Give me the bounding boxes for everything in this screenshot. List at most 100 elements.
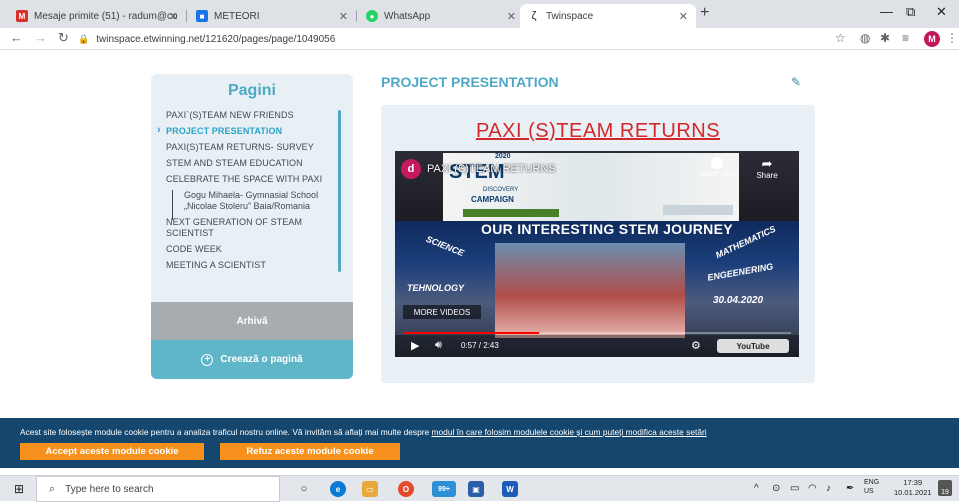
video-controls: ▶ 🔊︎ 0:57 / 2:43 ⚙ YouTube (395, 335, 799, 357)
tray-chevron-icon[interactable]: ^ (754, 483, 759, 494)
volume-tray-icon[interactable]: ♪ (826, 483, 831, 494)
cookie-policy-link[interactable]: modul în care folosim modulele cookie și… (432, 427, 707, 437)
video-headline: OUR INTERESTING STEM JOURNEY (481, 221, 733, 237)
bookmark-star-icon[interactable]: ☆ (835, 31, 846, 45)
cortana-icon[interactable]: ○ (296, 481, 312, 497)
lock-icon: 🔒 (78, 33, 90, 44)
more-videos-button[interactable]: MORE VIDEOS (403, 305, 481, 319)
watch-later-label: Watch later (699, 171, 735, 178)
windows-start-icon[interactable]: ⊞ (14, 482, 24, 496)
video-date: 30.04.2020 (713, 295, 764, 306)
sidebar-item-stem-education[interactable]: STEM AND STEAM EDUCATION (166, 158, 346, 169)
refuse-cookies-button[interactable]: Refuz aceste module cookie (220, 443, 400, 460)
notification-center-icon[interactable]: 19 (938, 480, 952, 496)
restore-button[interactable]: ⧉ (906, 4, 915, 20)
article-title: PAXI (S)TEAM RETURNS (475, 120, 721, 142)
sidebar-subitem-gogu-mihaela[interactable]: Gogu Mihaela- Gymnasial School „Nicolae … (184, 190, 334, 212)
address-bar[interactable]: 🔒 twinspace.etwinning.net/121620/pages/p… (78, 30, 828, 48)
close-icon[interactable]: ✕ (679, 10, 688, 23)
language-indicator[interactable]: ENG US (864, 478, 879, 496)
share-button[interactable]: ➦ Share (751, 157, 783, 181)
sidebar-item-next-generation[interactable]: NEXT GENERATION OF STEAM SCIENTIST (166, 217, 346, 239)
new-tab-button[interactable]: + (700, 4, 709, 22)
tab-meteori[interactable]: ■ METEORI ✕ (188, 4, 356, 28)
settings-gear-icon[interactable]: ⚙ (691, 339, 701, 352)
pages-sidebar: Pagini PAXI`(S)TEAM NEW FRIENDS PROJECT … (151, 74, 353, 379)
url-text: twinspace.etwinning.net/121620/pages/pag… (96, 33, 336, 45)
minimize-button[interactable]: — (880, 4, 893, 19)
current-time: 0:57 (461, 341, 477, 350)
sidebar-item-meeting-scientist[interactable]: MEETING A SCIENTIST (166, 260, 346, 271)
store-bag-icon[interactable]: ▣ (468, 481, 484, 497)
page-title: PROJECT PRESENTATION (381, 74, 559, 90)
share-label: Share (756, 171, 778, 180)
back-icon[interactable]: ← (10, 30, 23, 45)
lang-bottom: US (864, 488, 874, 495)
video-header: 2020 STEM DISCOVERY CAMPAIGN d PAXI (S)T… (395, 151, 799, 221)
meteori-icon: ■ (196, 10, 208, 22)
video-title[interactable]: PAXI (S)TEAM RETURNS (427, 163, 556, 175)
search-placeholder: Type here to search (65, 483, 154, 495)
window-close-button[interactable]: ✕ (936, 4, 947, 20)
tag-science: SCIENCE (424, 233, 466, 259)
sidebar-item-project-presentation[interactable]: PROJECT PRESENTATION (157, 125, 346, 137)
opera-icon[interactable]: O (398, 481, 414, 497)
watch-later-button[interactable]: Watch later (697, 157, 737, 178)
poster-logos (663, 205, 733, 215)
taskbar-search[interactable]: ⌕ Type here to search (36, 476, 280, 502)
puzzle-icon[interactable]: ✱ (880, 31, 890, 45)
tab-twinspace[interactable]: ζ Twinspace ✕ (520, 4, 696, 28)
tab-label: WhatsApp (384, 10, 431, 22)
youtube-video-embed[interactable]: 2020 STEM DISCOVERY CAMPAIGN d PAXI (S)T… (395, 151, 799, 357)
browser-tab-bar: M Mesaje primite (51) - radum@co ✕ ■ MET… (0, 0, 959, 28)
duration: 2:43 (483, 341, 499, 350)
battery-icon[interactable]: ▭ (790, 483, 799, 494)
video-frame: OUR INTERESTING STEM JOURNEY SCIENCE TEH… (395, 221, 799, 357)
sidebar-item-code-week[interactable]: CODE WEEK (166, 244, 346, 255)
archive-button[interactable]: Arhivă (151, 302, 353, 340)
play-icon[interactable]: ▶ (411, 339, 419, 352)
taskbar-clock[interactable]: 17:39 10.01.2021 (894, 478, 932, 498)
extension-icon[interactable]: ◍ (860, 31, 870, 45)
word-icon[interactable]: W (502, 481, 518, 497)
reload-icon[interactable]: ↻ (58, 30, 69, 46)
tab-label: METEORI (214, 10, 260, 22)
edit-pencil-icon[interactable]: ✎ (791, 75, 801, 89)
poster-banner (463, 209, 559, 217)
video-progress-bar[interactable] (403, 332, 791, 334)
close-icon[interactable]: ✕ (169, 10, 178, 23)
lang-top: ENG (864, 479, 880, 486)
wifi-icon[interactable]: ◠ (808, 483, 817, 494)
tray-meet-icon[interactable]: ⊙ (772, 483, 780, 494)
close-icon[interactable]: ✕ (507, 10, 516, 23)
close-icon[interactable]: ✕ (339, 10, 348, 23)
forward-icon[interactable]: → (34, 30, 47, 45)
volume-icon[interactable]: 🔊︎ (435, 339, 442, 352)
cookie-text: Acest site folosește module cookie pentr… (20, 427, 707, 437)
tab-label: Twinspace (546, 10, 594, 22)
video-progress-fill (403, 332, 539, 334)
edge-icon[interactable]: e (330, 481, 346, 497)
channel-avatar[interactable]: d (401, 159, 421, 179)
tab-whatsapp[interactable]: ● WhatsApp ✕ (358, 4, 524, 28)
file-explorer-icon[interactable]: ▭ (362, 481, 378, 497)
menu-icon[interactable]: ⋮ (946, 31, 958, 45)
clock-time: 17:39 (903, 478, 923, 487)
tag-engineering: ENGEENERING (706, 261, 774, 283)
profile-avatar[interactable]: M (924, 31, 940, 47)
sidebar-item-survey[interactable]: PAXI(S)TEAM RETURNS- SURVEY (166, 142, 346, 153)
youtube-logo[interactable]: YouTube (717, 339, 789, 353)
sidebar-item-new-friends[interactable]: PAXI`(S)TEAM NEW FRIENDS (166, 110, 346, 121)
accept-cookies-button[interactable]: Accept aceste module cookie (20, 443, 204, 460)
pen-icon[interactable]: ✒ (846, 483, 854, 494)
tab-separator (356, 10, 357, 22)
store-badge-icon[interactable]: 99+ (432, 481, 456, 497)
sidebar-scrollbar[interactable] (338, 110, 341, 272)
reading-list-icon[interactable]: ≡ (902, 31, 909, 45)
create-page-button[interactable]: + Creează o pagină (151, 340, 353, 379)
poster-year: 2020 (495, 153, 511, 160)
sidebar-item-celebrate-space[interactable]: CELEBRATE THE SPACE WITH PAXI (166, 174, 346, 185)
tab-gmail[interactable]: M Mesaje primite (51) - radum@co ✕ (8, 4, 186, 28)
twinspace-icon: ζ (531, 10, 537, 22)
poster-discovery: DISCOVERY (483, 187, 519, 193)
